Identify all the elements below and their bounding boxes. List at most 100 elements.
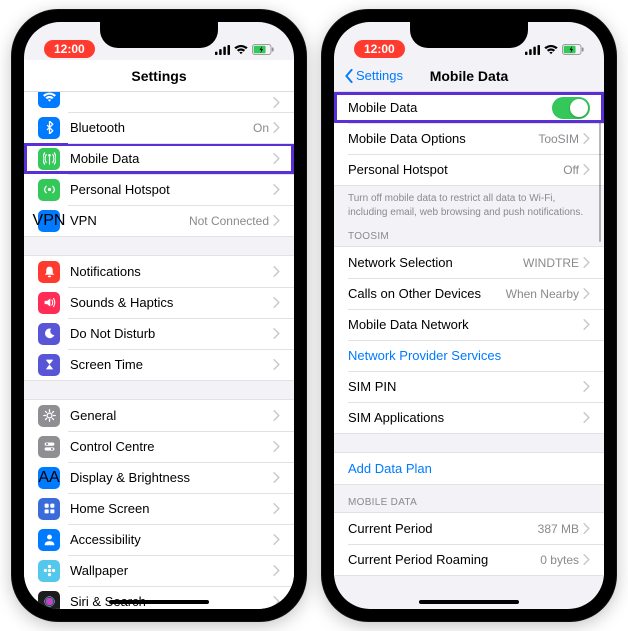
recording-time-pill: 12:00	[354, 40, 405, 58]
row-label: Mobile Data	[70, 151, 273, 166]
row-label: Mobile Data Network	[348, 317, 583, 332]
settings-row-do-not-disturb[interactable]: Do Not Disturb	[24, 318, 294, 349]
wifi-icon	[38, 92, 60, 108]
settings-row-general[interactable]: General	[24, 400, 294, 431]
battery-icon	[252, 44, 274, 58]
row-value: 0 bytes	[540, 553, 579, 567]
screen: 12:00 Settings Mobile Data Mobile DataMo…	[334, 22, 604, 609]
row-label: Bluetooth	[70, 120, 253, 135]
row-label: Display & Brightness	[70, 470, 273, 485]
person-icon	[38, 529, 60, 551]
settings-row-screen-time[interactable]: Screen Time	[24, 349, 294, 380]
battery-icon	[562, 44, 584, 58]
row-label: Add Data Plan	[348, 461, 432, 476]
chevron-right-icon	[583, 554, 590, 565]
antenna-icon	[38, 148, 60, 170]
settings-row-wifi[interactable]	[24, 92, 294, 112]
flower-icon	[38, 560, 60, 582]
row-mobile-data-network[interactable]: Mobile Data Network	[334, 309, 604, 340]
settings-row-siri-search[interactable]: Siri & Search	[24, 586, 294, 609]
row-label: VPN	[70, 213, 189, 228]
group-header-toosim: TOOSIM	[334, 219, 604, 246]
moon-icon	[38, 323, 60, 345]
back-button[interactable]: Settings	[344, 68, 403, 83]
page-title: Settings	[131, 68, 186, 84]
notch	[410, 22, 528, 48]
row-label: Personal Hotspot	[70, 182, 273, 197]
chevron-right-icon	[583, 319, 590, 330]
chevron-right-icon	[583, 412, 590, 423]
phone-left-settings: 12:00 Settings BluetoothOnMobile DataPer…	[12, 10, 306, 621]
hourglass-icon	[38, 354, 60, 376]
chevron-right-icon	[273, 153, 280, 164]
hotspot-icon	[38, 179, 60, 201]
toggle-switch[interactable]	[552, 97, 590, 119]
row-label: SIM Applications	[348, 410, 583, 425]
row-mobile-data-options[interactable]: Mobile Data OptionsTooSIM	[334, 123, 604, 154]
chevron-right-icon	[273, 97, 280, 108]
row-sim-pin[interactable]: SIM PIN	[334, 371, 604, 402]
row-network-selection[interactable]: Network SelectionWINDTRE	[334, 247, 604, 278]
mobile-data-list[interactable]: Mobile DataMobile Data OptionsTooSIMPers…	[334, 92, 604, 609]
row-personal-hotspot[interactable]: Personal HotspotOff	[334, 154, 604, 185]
settings-row-display-brightness[interactable]: AADisplay & Brightness	[24, 462, 294, 493]
settings-row-bluetooth[interactable]: BluetoothOn	[24, 112, 294, 143]
chevron-right-icon	[273, 215, 280, 226]
chevron-right-icon	[273, 472, 280, 483]
row-current-period-roaming[interactable]: Current Period Roaming0 bytes	[334, 544, 604, 575]
vpn-icon: VPN	[38, 210, 60, 232]
row-label: Control Centre	[70, 439, 273, 454]
row-value: When Nearby	[506, 287, 579, 301]
chevron-right-icon	[273, 410, 280, 421]
row-label: Current Period Roaming	[348, 552, 540, 567]
row-current-period[interactable]: Current Period387 MB	[334, 513, 604, 544]
chevron-right-icon	[273, 328, 280, 339]
chevron-right-icon	[583, 257, 590, 268]
speaker-icon	[38, 292, 60, 314]
settings-row-home-screen[interactable]: Home Screen	[24, 493, 294, 524]
row-add-data-plan[interactable]: Add Data Plan	[334, 453, 604, 484]
settings-row-personal-hotspot[interactable]: Personal Hotspot	[24, 174, 294, 205]
row-value: Off	[563, 163, 579, 177]
row-label: Sounds & Haptics	[70, 295, 273, 310]
home-indicator[interactable]	[109, 600, 209, 604]
row-label: Screen Time	[70, 357, 273, 372]
settings-row-sounds-haptics[interactable]: Sounds & Haptics	[24, 287, 294, 318]
chevron-right-icon	[273, 596, 280, 607]
toggles-icon	[38, 436, 60, 458]
chevron-right-icon	[583, 381, 590, 392]
row-label: Personal Hotspot	[348, 162, 563, 177]
chevron-right-icon	[583, 288, 590, 299]
row-value: TooSIM	[538, 132, 579, 146]
group-header-mobile-data: MOBILE DATA	[334, 485, 604, 512]
row-value: WINDTRE	[523, 256, 579, 270]
row-calls-on-other-devices[interactable]: Calls on Other DevicesWhen Nearby	[334, 278, 604, 309]
gear-icon	[38, 405, 60, 427]
screen: 12:00 Settings BluetoothOnMobile DataPer…	[24, 22, 294, 609]
bell-icon	[38, 261, 60, 283]
settings-row-vpn[interactable]: VPNVPNNot Connected	[24, 205, 294, 236]
row-label: Network Selection	[348, 255, 523, 270]
grid-icon	[38, 498, 60, 520]
bluetooth-icon	[38, 117, 60, 139]
nav-bar: Settings Mobile Data	[334, 60, 604, 92]
nav-bar: Settings	[24, 60, 294, 92]
row-label: Current Period	[348, 521, 538, 536]
settings-row-accessibility[interactable]: Accessibility	[24, 524, 294, 555]
wifi-icon	[234, 44, 248, 58]
row-network-provider-services[interactable]: Network Provider Services	[334, 340, 604, 371]
row-sim-applications[interactable]: SIM Applications	[334, 402, 604, 433]
row-label: Network Provider Services	[348, 348, 501, 363]
settings-row-wallpaper[interactable]: Wallpaper	[24, 555, 294, 586]
back-label: Settings	[356, 68, 403, 83]
settings-row-control-centre[interactable]: Control Centre	[24, 431, 294, 462]
settings-row-notifications[interactable]: Notifications	[24, 256, 294, 287]
row-label: Calls on Other Devices	[348, 286, 506, 301]
chevron-right-icon	[273, 266, 280, 277]
row-label: General	[70, 408, 273, 423]
home-indicator[interactable]	[419, 600, 519, 604]
row-label: Mobile Data Options	[348, 131, 538, 146]
settings-list[interactable]: BluetoothOn Mobile Data Personal Hotspot VP…	[24, 92, 294, 609]
row-mobile-data[interactable]: Mobile Data	[334, 92, 604, 123]
settings-row-mobile-data[interactable]: Mobile Data	[24, 143, 294, 174]
